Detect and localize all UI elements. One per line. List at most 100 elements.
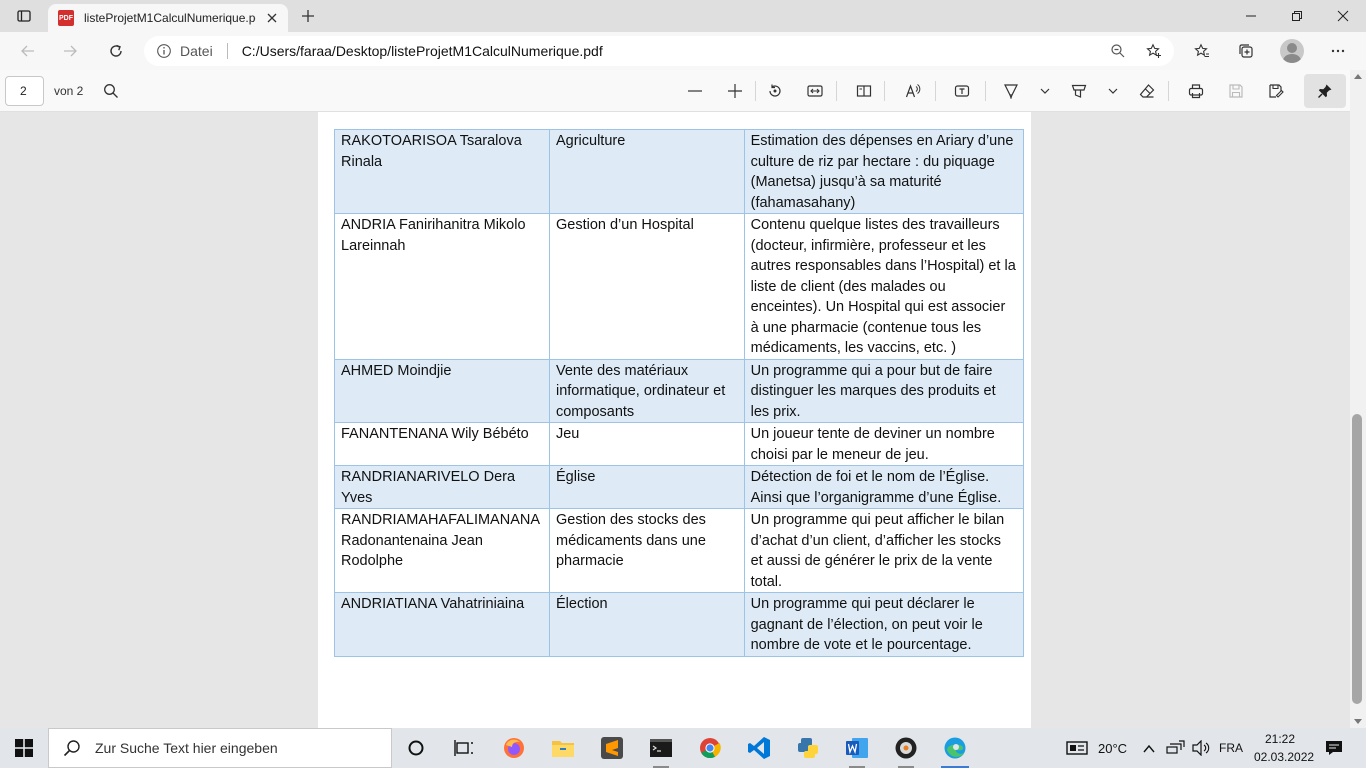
- windows-logo-icon: [15, 739, 33, 757]
- scroll-down-arrow-icon[interactable]: [1354, 719, 1362, 724]
- scroll-up-arrow-icon[interactable]: [1354, 74, 1362, 79]
- refresh-button[interactable]: [102, 37, 130, 65]
- tab-close-button[interactable]: [264, 10, 280, 26]
- python-taskbar-button[interactable]: [784, 728, 832, 768]
- pin-toolbar-button[interactable]: [1304, 74, 1346, 108]
- draw-options-button[interactable]: [1035, 81, 1055, 101]
- folder-icon: [552, 741, 574, 757]
- profile-avatar[interactable]: [1280, 39, 1304, 63]
- sublime-text-icon: [601, 737, 623, 759]
- task-view-button[interactable]: [440, 728, 488, 768]
- pdf-viewer[interactable]: RAKOTOARISOA Tsaralova Rinala Agriculture…: [0, 112, 1366, 728]
- edge-taskbar-button[interactable]: [931, 728, 979, 768]
- restore-window-button[interactable]: [1274, 0, 1320, 32]
- search-icon: [63, 740, 80, 757]
- save-button[interactable]: [1226, 81, 1246, 101]
- vertical-scrollbar[interactable]: [1350, 70, 1366, 728]
- minus-icon: [688, 90, 702, 92]
- forward-button[interactable]: [56, 37, 84, 65]
- search-icon: [104, 84, 118, 98]
- taskbar-search-box[interactable]: Zur Suche Text hier eingeben: [48, 728, 392, 768]
- zoom-icon[interactable]: [1110, 43, 1126, 59]
- clock-date[interactable]: 02.03.2022: [1254, 750, 1314, 764]
- new-tab-button[interactable]: [296, 4, 320, 28]
- network-icon[interactable]: [1166, 740, 1186, 756]
- fit-width-button[interactable]: [805, 81, 825, 101]
- table-row: FANANTENANA Wily Bébéto Jeu Un joueur tent…: [334, 422, 1025, 466]
- favorites-button[interactable]: [1188, 37, 1216, 65]
- address-divider: [226, 43, 228, 59]
- student-name-cell: ANDRIA Fanirihanitra Mikolo Lareinnah: [334, 213, 550, 360]
- speaker-icon[interactable]: [1192, 740, 1210, 756]
- chevron-down-icon: [1040, 88, 1050, 94]
- pin-icon: [1318, 84, 1332, 98]
- start-button[interactable]: [0, 728, 48, 768]
- close-icon: [267, 13, 277, 23]
- scrollbar-thumb[interactable]: [1352, 414, 1362, 704]
- vscode-taskbar-button[interactable]: [735, 728, 783, 768]
- project-description-cell: Un programme qui peut afficher le bilan …: [743, 508, 1025, 593]
- highlight-button[interactable]: [1069, 81, 1089, 101]
- zoom-in-button[interactable]: [725, 81, 745, 101]
- project-description-cell: Détection de foi et le nom de l’Église. …: [743, 465, 1025, 509]
- url-text[interactable]: C:/Users/faraa/Desktop/listeProjetM1Calc…: [242, 43, 603, 59]
- notification-icon[interactable]: [1325, 740, 1343, 756]
- weather-icon[interactable]: [1066, 740, 1088, 756]
- table-row: RAKOTOARISOA Tsaralova Rinala Agriculture…: [334, 129, 1025, 214]
- collections-button[interactable]: [1232, 37, 1260, 65]
- project-description-cell: Un programme qui peut déclarer le gagnan…: [743, 592, 1025, 657]
- chevron-up-icon[interactable]: [1142, 742, 1156, 756]
- settings-more-button[interactable]: [1324, 37, 1352, 65]
- highlighter-icon: [1071, 84, 1087, 98]
- back-button[interactable]: [14, 37, 42, 65]
- student-name-cell: RANDRIANARIVELO Dera Yves: [334, 465, 550, 509]
- address-bar[interactable]: Datei C:/Users/faraa/Desktop/listeProjet…: [144, 36, 1174, 66]
- terminal-icon: [650, 739, 672, 757]
- project-description-cell: Un joueur tente de deviner un nombre cho…: [743, 422, 1025, 466]
- save-as-button[interactable]: [1266, 81, 1286, 101]
- weather-temperature[interactable]: 20°C: [1098, 741, 1127, 756]
- page-view-icon: [856, 85, 872, 97]
- chevron-down-icon: [1108, 88, 1118, 94]
- firefox-taskbar-button[interactable]: [490, 728, 538, 768]
- tab-actions-button[interactable]: [8, 4, 40, 28]
- page-view-button[interactable]: [854, 81, 874, 101]
- sublime-text-taskbar-button[interactable]: [588, 728, 636, 768]
- firefox-icon: [504, 738, 524, 758]
- add-favorite-icon[interactable]: [1146, 43, 1162, 59]
- save-as-icon: [1269, 84, 1284, 98]
- info-icon[interactable]: [156, 43, 172, 59]
- word-taskbar-button[interactable]: [833, 728, 881, 768]
- chrome-taskbar-button[interactable]: [686, 728, 734, 768]
- page-number-input[interactable]: [5, 76, 44, 106]
- project-theme-cell: Élection: [548, 592, 745, 657]
- student-name-cell: RAKOTOARISOA Tsaralova Rinala: [334, 129, 550, 214]
- zoom-out-button[interactable]: [685, 81, 705, 101]
- erase-button[interactable]: [1137, 81, 1157, 101]
- rotate-button[interactable]: [765, 81, 785, 101]
- file-explorer-taskbar-button[interactable]: [539, 728, 587, 768]
- add-text-button[interactable]: [952, 81, 972, 101]
- page-count-label: von 2: [54, 84, 84, 98]
- terminal-taskbar-button[interactable]: [637, 728, 685, 768]
- find-button[interactable]: [101, 81, 121, 101]
- close-window-button[interactable]: [1320, 0, 1366, 32]
- toolbar-divider: [884, 81, 885, 101]
- cortana-button[interactable]: [392, 728, 440, 768]
- chrome-icon: [700, 738, 721, 759]
- highlight-options-button[interactable]: [1103, 81, 1123, 101]
- draw-button[interactable]: [1001, 81, 1021, 101]
- minimize-window-button[interactable]: [1228, 0, 1274, 32]
- restore-icon: [1292, 11, 1302, 21]
- search-placeholder: Zur Suche Text hier eingeben: [95, 740, 278, 756]
- input-language[interactable]: FRA: [1219, 741, 1243, 755]
- print-button[interactable]: [1186, 81, 1206, 101]
- project-description-cell: Un programme qui a pour but de faire dis…: [743, 358, 1025, 423]
- clock-time[interactable]: 21:22: [1265, 732, 1295, 746]
- browser-tab[interactable]: PDF listeProjetM1CalculNumerique.pdf: [48, 4, 288, 32]
- draw-icon: [1004, 84, 1018, 99]
- media-player-taskbar-button[interactable]: [882, 728, 930, 768]
- edge-icon: [944, 737, 966, 759]
- read-aloud-icon: [905, 84, 921, 98]
- read-aloud-button[interactable]: [903, 81, 923, 101]
